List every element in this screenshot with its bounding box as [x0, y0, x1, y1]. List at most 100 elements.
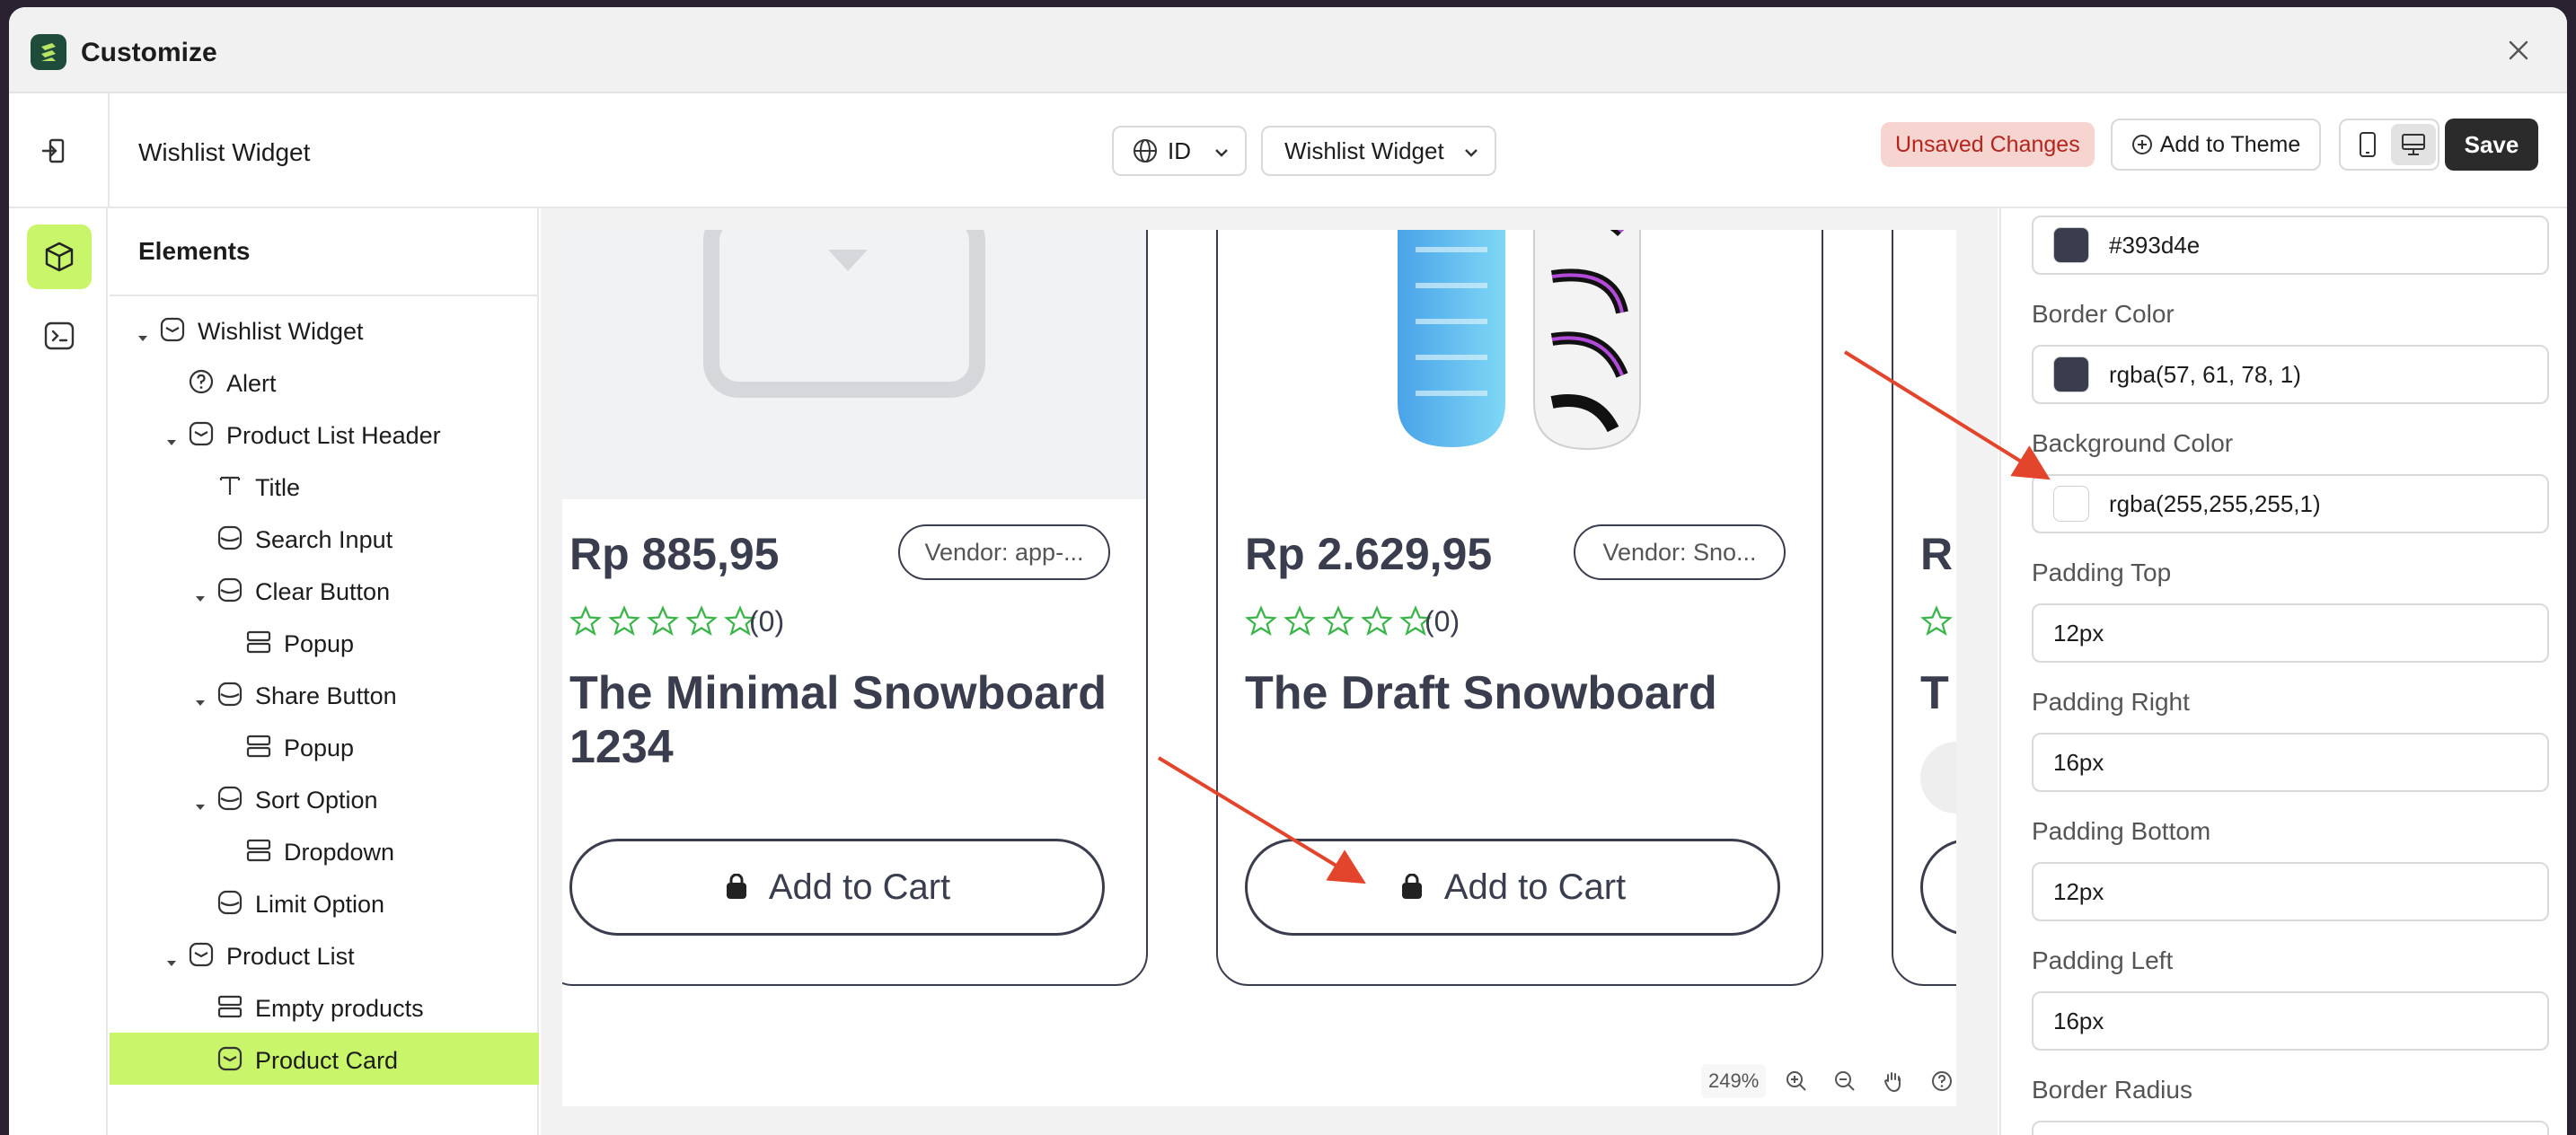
- product-price: R: [1920, 529, 1954, 579]
- widget-select[interactable]: Wishlist Widget: [1261, 126, 1496, 176]
- component-icon: [158, 315, 187, 344]
- tree-item-label: Dropdown: [284, 839, 395, 866]
- add-to-cart-label: Add to Cart: [1443, 867, 1627, 907]
- hand-pan-icon[interactable]: [1875, 1063, 1911, 1099]
- caret-down-icon[interactable]: [165, 948, 178, 966]
- rating-stars: [1920, 605, 1953, 638]
- language-select-value: ID: [1168, 136, 1191, 164]
- caret-down-icon[interactable]: [194, 688, 207, 706]
- tree-item[interactable]: Wishlist Widget: [110, 304, 539, 356]
- zoom-in-icon[interactable]: [1778, 1063, 1814, 1099]
- zoom-controls: 249%: [1701, 1056, 1956, 1106]
- zoom-out-icon[interactable]: [1827, 1063, 1863, 1099]
- text-icon: [216, 471, 244, 500]
- star-icon: [1284, 605, 1316, 636]
- caret-down-icon[interactable]: [194, 792, 207, 810]
- add-to-theme-label: Add to Theme: [2159, 131, 2301, 157]
- text-input[interactable]: [2032, 1121, 2549, 1135]
- tree-item[interactable]: Popup: [110, 720, 539, 772]
- tree-item[interactable]: Product List: [110, 928, 539, 981]
- product-card[interactable]: Rp 885,95 Vendor: app-... (0) The Minima…: [562, 230, 1148, 986]
- product-card[interactable]: Rp 2.629,95 Vendor: Sno... (0) The Draft…: [1216, 230, 1823, 986]
- color-swatch[interactable]: [2053, 356, 2089, 392]
- field-label: Padding Left: [2032, 946, 2174, 974]
- add-to-cart-button[interactable]: Add to Cart: [1245, 839, 1780, 936]
- field-value: 16px: [2053, 1007, 2104, 1034]
- star-icon: [1361, 605, 1393, 636]
- star-icon: [685, 605, 718, 636]
- product-card-partial[interactable]: R T: [1892, 230, 1956, 986]
- text-input[interactable]: 16px: [2032, 991, 2549, 1051]
- tree-item-label: Popup: [284, 735, 355, 761]
- add-to-cart-button[interactable]: Add to Cart: [569, 839, 1105, 936]
- tree-item[interactable]: Limit Option: [110, 876, 539, 928]
- review-count: (0): [749, 605, 785, 638]
- color-swatch[interactable]: [2053, 486, 2089, 522]
- chevron-down-icon: [1215, 149, 1228, 157]
- text-input[interactable]: 12px: [2032, 603, 2549, 663]
- snowboard-image: [1398, 230, 1641, 451]
- tree-item-label: Wishlist Widget: [198, 318, 364, 345]
- mobile-view-icon[interactable]: [2348, 126, 2387, 163]
- tree-item-label: Empty products: [255, 995, 424, 1022]
- tree-item[interactable]: Search Input: [110, 512, 539, 564]
- close-icon[interactable]: [2504, 36, 2533, 65]
- add-to-theme-button[interactable]: Add to Theme: [2111, 119, 2321, 171]
- vendor-badge[interactable]: Vendor: Sno...: [1574, 524, 1786, 580]
- color-swatch[interactable]: [2053, 227, 2089, 263]
- toolbar-divider: [108, 93, 110, 208]
- field-label: Background Color: [2032, 429, 2234, 457]
- code-tab-icon[interactable]: [27, 304, 92, 368]
- help-icon[interactable]: [1924, 1063, 1956, 1099]
- desktop-view-icon[interactable]: [2391, 124, 2436, 165]
- color-input[interactable]: rgba(255,255,255,1): [2032, 474, 2549, 533]
- tree-item[interactable]: Title: [110, 460, 539, 512]
- tree-item[interactable]: Share Button: [110, 668, 539, 720]
- tree-item[interactable]: Product List Header: [110, 408, 539, 460]
- product-price: Rp 885,95: [569, 529, 780, 579]
- page-name: Wishlist Widget: [138, 138, 311, 166]
- exit-icon[interactable]: [40, 135, 72, 167]
- customize-window: Customize Wishlist Widget ID Wishlist Wi…: [9, 7, 2567, 1135]
- add-to-cart-button[interactable]: [1920, 839, 1956, 936]
- color-input[interactable]: rgba(57, 61, 78, 1): [2032, 345, 2549, 404]
- plus-circle-icon: [2131, 135, 2152, 154]
- color-input[interactable]: #393d4e: [2032, 216, 2549, 275]
- text-input[interactable]: 16px: [2032, 733, 2549, 792]
- tree-item[interactable]: Empty products: [110, 981, 539, 1033]
- product-title[interactable]: The Minimal Snowboard 1234: [569, 666, 1117, 774]
- style-inspector: #393d4e Border Color rgba(57, 61, 78, 1) Ba…: [1999, 208, 2567, 1135]
- elements-tab-icon[interactable]: [27, 224, 92, 289]
- tree-item-label: Limit Option: [255, 891, 385, 918]
- rating-stars: [569, 605, 756, 638]
- caret-down-icon[interactable]: [194, 584, 207, 602]
- tree-item[interactable]: Alert: [110, 356, 539, 408]
- language-select[interactable]: ID: [1112, 126, 1247, 176]
- tree-item[interactable]: Product Card: [110, 1033, 539, 1085]
- tree-item[interactable]: Clear Button: [110, 564, 539, 616]
- component-icon: [187, 940, 216, 969]
- window-title: Customize: [81, 38, 217, 67]
- vendor-badge[interactable]: Vendor: app-...: [898, 524, 1110, 580]
- chevron-down-icon: [1465, 149, 1478, 157]
- field-label: Border Color: [2032, 300, 2175, 328]
- star-icon: [569, 605, 602, 636]
- product-title[interactable]: The Draft Snowboard: [1245, 666, 1793, 720]
- star-icon: [1322, 605, 1354, 636]
- component-icon: [187, 419, 216, 448]
- preview-frame: Rp 885,95 Vendor: app-... (0) The Minima…: [562, 230, 1956, 1106]
- element-tree: Wishlist Widget Alert Product List Header T…: [110, 304, 539, 1085]
- rating-stars: [1245, 605, 1432, 638]
- tree-item[interactable]: Popup: [110, 616, 539, 668]
- tree-item[interactable]: Dropdown: [110, 824, 539, 876]
- tree-item-label: Product List Header: [226, 422, 441, 449]
- save-button[interactable]: Save: [2445, 119, 2538, 171]
- caret-down-icon[interactable]: [137, 323, 149, 341]
- field-value: #393d4e: [2109, 231, 2201, 259]
- tree-item[interactable]: Sort Option: [110, 772, 539, 824]
- field-label: Padding Right: [2032, 688, 2190, 716]
- caret-down-icon[interactable]: [165, 427, 178, 445]
- text-input[interactable]: 12px: [2032, 862, 2549, 921]
- rows-icon: [244, 628, 273, 656]
- product-title: T: [1920, 667, 1949, 719]
